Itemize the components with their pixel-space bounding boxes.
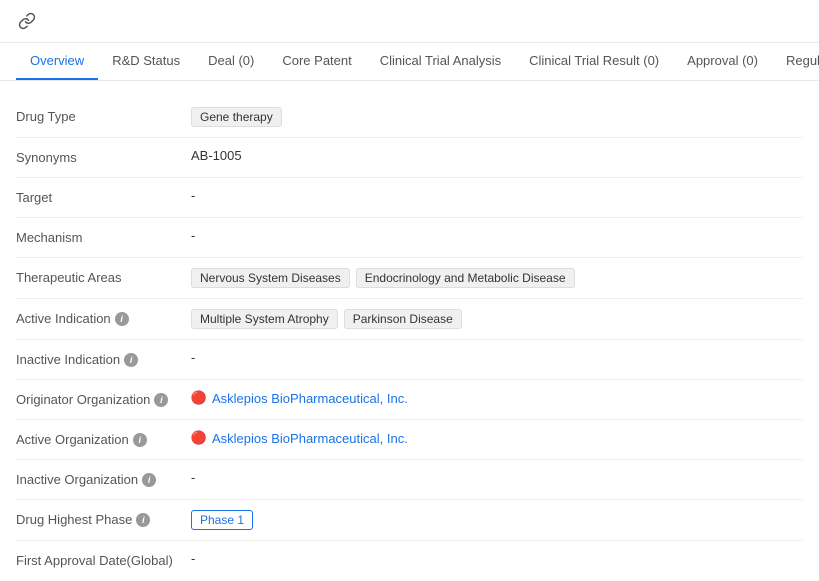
label-text-inactive-indication: Inactive Indication: [16, 352, 120, 367]
value-originator-organization: 🔴 Asklepios BioPharmaceutical, Inc.: [191, 390, 803, 406]
value-synonyms: AB-1005: [191, 148, 803, 163]
value-active-indication: Multiple System Atrophy Parkinson Disease: [191, 309, 803, 329]
label-drug-highest-phase: Drug Highest Phase i: [16, 510, 191, 527]
org-item-active-organization: 🔴 Asklepios BioPharmaceutical, Inc.: [191, 430, 408, 446]
value-inactive-organization: -: [191, 470, 803, 485]
org-logo-originator-organization: 🔴: [191, 390, 207, 406]
label-text-synonyms: Synonyms: [16, 150, 77, 165]
label-text-originator-organization: Originator Organization: [16, 392, 150, 407]
tag-active-indication[interactable]: Parkinson Disease: [344, 309, 462, 329]
org-logo-active-organization: 🔴: [191, 430, 207, 446]
label-originator-organization: Originator Organization i: [16, 390, 191, 407]
label-text-mechanism: Mechanism: [16, 230, 82, 245]
row-originator-organization: Originator Organization i 🔴 Asklepios BioPh…: [16, 380, 803, 420]
tab-bar: OverviewR&D StatusDeal (0)Core PatentCli…: [0, 43, 819, 81]
info-icon-active-indication[interactable]: i: [115, 312, 129, 326]
tab-deal[interactable]: Deal (0): [194, 43, 268, 80]
row-target: Target -: [16, 178, 803, 218]
row-active-organization: Active Organization i 🔴 Asklepios BioPharma…: [16, 420, 803, 460]
tab-clinical-trial-analysis[interactable]: Clinical Trial Analysis: [366, 43, 515, 80]
label-text-active-organization: Active Organization: [16, 432, 129, 447]
row-inactive-indication: Inactive Indication i -: [16, 340, 803, 380]
label-drug-type: Drug Type: [16, 107, 191, 124]
tab-regulation[interactable]: Regulation (0): [772, 43, 819, 80]
dash-target: -: [191, 188, 195, 203]
basic-info-content: Drug Type Gene therapy Synonyms AB-1005 Targ…: [0, 97, 819, 581]
tab-rd-status[interactable]: R&D Status: [98, 43, 194, 80]
tag-therapeutic-areas[interactable]: Nervous System Diseases: [191, 268, 350, 288]
phase-badge-drug-highest-phase[interactable]: Phase 1: [191, 510, 253, 530]
info-icon-originator-organization[interactable]: i: [154, 393, 168, 407]
value-first-approval-date: -: [191, 551, 803, 566]
label-synonyms: Synonyms: [16, 148, 191, 165]
label-mechanism: Mechanism: [16, 228, 191, 245]
info-icon-inactive-indication[interactable]: i: [124, 353, 138, 367]
tab-overview[interactable]: Overview: [16, 43, 98, 80]
label-target: Target: [16, 188, 191, 205]
value-drug-highest-phase: Phase 1: [191, 510, 803, 530]
org-name-originator-organization[interactable]: Asklepios BioPharmaceutical, Inc.: [212, 391, 408, 406]
row-drug-type: Drug Type Gene therapy: [16, 97, 803, 138]
dash-mechanism: -: [191, 228, 195, 243]
link-icon: [16, 10, 38, 32]
value-mechanism: -: [191, 228, 803, 243]
row-drug-highest-phase: Drug Highest Phase i Phase 1: [16, 500, 803, 541]
value-therapeutic-areas: Nervous System Diseases Endocrinology and…: [191, 268, 803, 288]
section-header: [0, 81, 819, 97]
label-inactive-organization: Inactive Organization i: [16, 470, 191, 487]
tab-approval[interactable]: Approval (0): [673, 43, 772, 80]
info-icon-active-organization[interactable]: i: [133, 433, 147, 447]
dash-inactive-indication: -: [191, 350, 195, 365]
label-text-therapeutic-areas: Therapeutic Areas: [16, 270, 122, 285]
info-icon-inactive-organization[interactable]: i: [142, 473, 156, 487]
value-inactive-indication: -: [191, 350, 803, 365]
org-name-active-organization[interactable]: Asklepios BioPharmaceutical, Inc.: [212, 431, 408, 446]
info-icon-drug-highest-phase[interactable]: i: [136, 513, 150, 527]
label-inactive-indication: Inactive Indication i: [16, 350, 191, 367]
label-text-drug-type: Drug Type: [16, 109, 76, 124]
row-inactive-organization: Inactive Organization i -: [16, 460, 803, 500]
label-therapeutic-areas: Therapeutic Areas: [16, 268, 191, 285]
value-active-organization: 🔴 Asklepios BioPharmaceutical, Inc.: [191, 430, 803, 446]
tab-core-patent[interactable]: Core Patent: [268, 43, 365, 80]
tag-drug-type[interactable]: Gene therapy: [191, 107, 282, 127]
label-first-approval-date: First Approval Date(Global): [16, 551, 191, 568]
dash-inactive-organization: -: [191, 470, 195, 485]
label-text-target: Target: [16, 190, 52, 205]
value-target: -: [191, 188, 803, 203]
tag-active-indication[interactable]: Multiple System Atrophy: [191, 309, 338, 329]
label-text-inactive-organization: Inactive Organization: [16, 472, 138, 487]
row-active-indication: Active Indication i Multiple System Atroph…: [16, 299, 803, 340]
row-mechanism: Mechanism -: [16, 218, 803, 258]
row-synonyms: Synonyms AB-1005: [16, 138, 803, 178]
value-drug-type: Gene therapy: [191, 107, 803, 127]
label-active-organization: Active Organization i: [16, 430, 191, 447]
tag-therapeutic-areas[interactable]: Endocrinology and Metabolic Disease: [356, 268, 575, 288]
tab-clinical-trial-result[interactable]: Clinical Trial Result (0): [515, 43, 673, 80]
dash-first-approval-date: -: [191, 551, 195, 566]
label-text-drug-highest-phase: Drug Highest Phase: [16, 512, 132, 527]
org-item-originator-organization: 🔴 Asklepios BioPharmaceutical, Inc.: [191, 390, 408, 406]
row-first-approval-date: First Approval Date(Global)-: [16, 541, 803, 581]
text-synonyms: AB-1005: [191, 148, 242, 163]
page-header: [0, 0, 819, 43]
label-active-indication: Active Indication i: [16, 309, 191, 326]
row-therapeutic-areas: Therapeutic Areas Nervous System Diseases…: [16, 258, 803, 299]
label-text-active-indication: Active Indication: [16, 311, 111, 326]
